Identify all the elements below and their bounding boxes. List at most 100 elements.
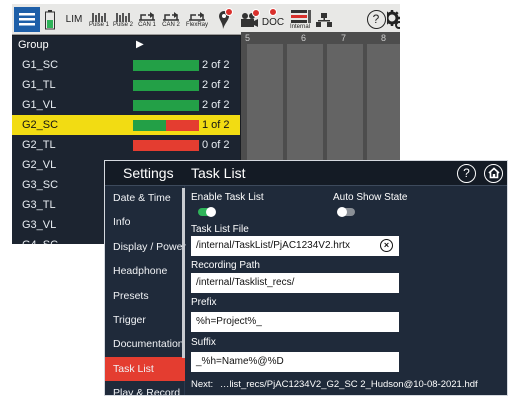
- pulse-icon: [92, 12, 106, 22]
- group-row[interactable]: G2_TL 0 of 2: [12, 135, 240, 155]
- group-name: G2_TL: [22, 139, 56, 151]
- lim-indicator[interactable]: LIM: [63, 4, 85, 35]
- group-count: 2 of 2: [202, 99, 230, 111]
- can1-indicator[interactable]: CAN 1: [136, 4, 158, 35]
- video-alert-dot: [252, 9, 260, 17]
- task-list-settings: Enable Task List Auto Show State Task Li…: [185, 186, 507, 395]
- settings-title: Settings: [123, 165, 174, 181]
- clear-icon[interactable]: ×: [380, 239, 393, 252]
- settings-dialog: Settings Task List ? Date & Time Info Disp…: [104, 160, 508, 396]
- video-indicator[interactable]: [238, 4, 260, 35]
- group-count: 2 of 2: [202, 79, 230, 91]
- prefix-value: %h=Project%_: [196, 316, 262, 327]
- group-level-bar: [133, 120, 199, 131]
- toolbar: LIM Pulse 1 Pulse 2 CAN 1 CAN 2 FlexRay: [12, 4, 400, 35]
- gps-indicator[interactable]: [217, 4, 233, 35]
- group-level-bar: [133, 100, 199, 111]
- group-row[interactable]: G2_SC 1 of 2: [12, 115, 240, 135]
- group-level-fill: [133, 80, 199, 91]
- help-button[interactable]: ?: [366, 4, 386, 35]
- can1-label: CAN 1: [138, 22, 156, 28]
- settings-menu-item[interactable]: Date & Time: [105, 186, 185, 210]
- pulse2-label: Pulse 2: [112, 21, 133, 28]
- settings-menu-item[interactable]: Display / Power: [105, 235, 186, 259]
- task-list-file-field[interactable]: /internal/TaskList/PjAC1234V2.hrtx ×: [191, 236, 399, 256]
- group-name: G3_TL: [22, 199, 56, 211]
- help-icon: ?: [366, 10, 386, 29]
- lim-label: LIM: [65, 14, 83, 25]
- gear-icon: [387, 9, 400, 29]
- settings-menu-item[interactable]: Presets: [105, 284, 185, 308]
- network-indicator[interactable]: [315, 4, 333, 35]
- suffix-label: Suffix: [191, 337, 216, 348]
- can2-indicator[interactable]: CAN 2: [160, 4, 182, 35]
- settings-menu-item[interactable]: Info: [105, 210, 185, 234]
- battery-icon: [44, 4, 56, 35]
- can-bus-icon: [163, 12, 179, 21]
- group-row[interactable]: G1_TL 2 of 2: [12, 75, 240, 95]
- settings-menu-item[interactable]: Documentation: [105, 332, 185, 356]
- group-count: 2 of 2: [202, 59, 230, 71]
- pulse-icon: [116, 12, 130, 22]
- task-list-file-value: /internal/TaskList/PjAC1234V2.hrtx: [196, 240, 350, 251]
- settings-menu: Date & Time Info Display / Power Headphone P…: [105, 186, 186, 395]
- suffix-field[interactable]: _%h=Name%@%D: [191, 352, 399, 372]
- next-label: Next:: [191, 379, 214, 390]
- recording-path-field[interactable]: /internal/Tasklist_recs/: [191, 273, 399, 293]
- flexray-label: FlexRay: [185, 22, 208, 28]
- page-title: Task List: [191, 165, 246, 181]
- next-value: …list_recs/PjAC1234V2_G2_SC 2_Hudson@10-…: [219, 379, 478, 390]
- group-name: G3_VL: [22, 219, 57, 231]
- settings-button[interactable]: [387, 4, 400, 35]
- pulse1-label: Pulse 1: [88, 21, 109, 28]
- group-level-bar: [133, 140, 199, 151]
- home-button[interactable]: [484, 164, 503, 183]
- channel-number: 8: [381, 33, 387, 43]
- settings-menu-item[interactable]: Trigger: [105, 308, 185, 332]
- doc-alert-dot: [269, 8, 277, 16]
- flexray-icon: [189, 12, 205, 21]
- group-name: G3_SC: [22, 179, 59, 191]
- group-header: Group ▶: [12, 36, 240, 54]
- auto-show-state-label: Auto Show State: [333, 192, 408, 203]
- channel-number: 7: [341, 33, 347, 43]
- internal-storage-indicator[interactable]: Internal: [287, 4, 313, 35]
- prefix-label: Prefix: [191, 297, 217, 308]
- group-level-bar: [133, 60, 199, 71]
- settings-menu-item[interactable]: Headphone: [105, 259, 185, 283]
- play-arrow-icon[interactable]: ▶: [136, 39, 144, 50]
- home-icon: [487, 167, 500, 179]
- pulse1-indicator[interactable]: Pulse 1: [88, 4, 110, 35]
- channel-number: 5: [245, 33, 251, 43]
- menu-icon[interactable]: [14, 7, 40, 32]
- group-level-fill: [133, 100, 199, 111]
- settings-menu-item[interactable]: Task List: [105, 356, 185, 381]
- group-count: 0 of 2: [202, 139, 230, 151]
- suffix-value: _%h=Name%@%D: [196, 356, 284, 367]
- group-level-bar: [133, 80, 199, 91]
- group-row[interactable]: G1_SC 2 of 2: [12, 55, 240, 75]
- settings-header: Settings Task List ?: [105, 161, 507, 186]
- pulse2-indicator[interactable]: Pulse 2: [112, 4, 134, 35]
- gps-alert-dot: [225, 8, 233, 16]
- next-filename: Next: …list_recs/PjAC1234V2_G2_SC 2_Huds…: [191, 379, 478, 390]
- prefix-field[interactable]: %h=Project%_: [191, 312, 399, 332]
- group-name: G1_TL: [22, 79, 56, 91]
- recording-path-value: /internal/Tasklist_recs/: [196, 277, 295, 288]
- group-row[interactable]: G1_VL 2 of 2: [12, 95, 240, 115]
- task-list-file-label: Task List File: [191, 224, 249, 235]
- enable-task-list-toggle[interactable]: [198, 207, 216, 217]
- group-level-fill: [133, 120, 166, 131]
- auto-show-state-toggle[interactable]: [337, 207, 355, 217]
- group-level-fill: [133, 60, 199, 71]
- doc-indicator[interactable]: DOC: [261, 4, 285, 35]
- group-name: G2_SC: [22, 119, 59, 131]
- settings-menu-item[interactable]: Play & Record: [105, 381, 185, 395]
- group-count: 1 of 2: [202, 119, 230, 131]
- group-name: G4_SC: [22, 239, 58, 244]
- storage-bars-icon: [291, 10, 311, 23]
- flexray-indicator[interactable]: FlexRay: [184, 4, 210, 35]
- can2-label: CAN 2: [162, 22, 180, 28]
- help-button[interactable]: ?: [457, 164, 476, 183]
- recording-path-label: Recording Path: [191, 260, 260, 271]
